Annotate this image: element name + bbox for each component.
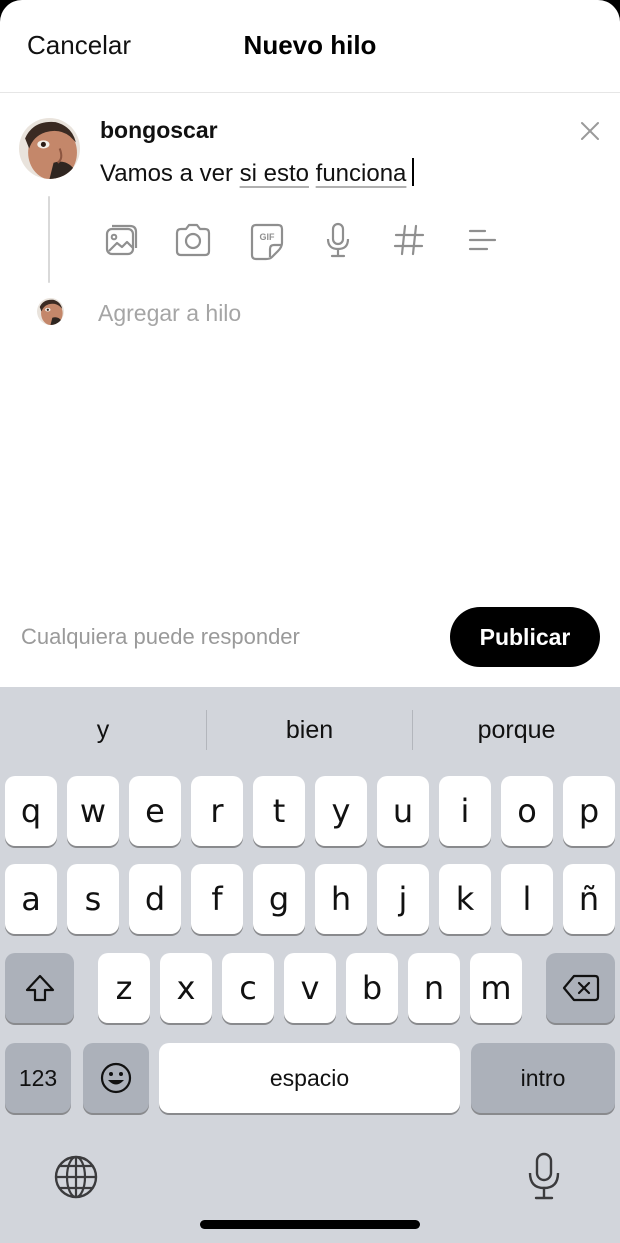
key[interactable]: v bbox=[284, 953, 336, 1023]
hashtag-icon[interactable] bbox=[388, 219, 430, 261]
key[interactable]: j bbox=[377, 864, 429, 934]
microphone-icon[interactable] bbox=[524, 1151, 564, 1201]
key[interactable]: a bbox=[5, 864, 57, 934]
avatar bbox=[37, 298, 64, 325]
suggestion-item[interactable]: y bbox=[0, 687, 206, 773]
key[interactable]: g bbox=[253, 864, 305, 934]
close-icon[interactable] bbox=[577, 118, 603, 144]
key[interactable]: i bbox=[439, 776, 491, 846]
add-to-thread-input[interactable]: Agregar a hilo bbox=[98, 300, 241, 327]
numbers-key[interactable]: 123 bbox=[5, 1043, 71, 1113]
key[interactable]: q bbox=[5, 776, 57, 846]
key[interactable]: m bbox=[470, 953, 522, 1023]
key[interactable]: b bbox=[346, 953, 398, 1023]
post-text-underlined: funciona bbox=[315, 160, 407, 187]
key[interactable]: y bbox=[315, 776, 367, 846]
home-indicator[interactable] bbox=[200, 1220, 420, 1229]
shift-icon bbox=[25, 974, 54, 1002]
new-thread-screen: Cancelar Nuevo hilo bongoscar Vamos a ve… bbox=[0, 0, 620, 1243]
thread-line bbox=[48, 196, 50, 283]
publish-button[interactable]: Publicar bbox=[450, 607, 600, 667]
key[interactable]: r bbox=[191, 776, 243, 846]
post-text-plain: Vamos a ver bbox=[100, 160, 240, 187]
avatar bbox=[19, 118, 80, 179]
post-text-underlined: si esto bbox=[239, 160, 309, 187]
return-key[interactable]: intro bbox=[471, 1043, 615, 1113]
page-title: Nuevo hilo bbox=[0, 30, 620, 61]
emoji-icon bbox=[100, 1062, 132, 1094]
backspace-key[interactable] bbox=[546, 953, 615, 1023]
globe-icon[interactable] bbox=[52, 1153, 100, 1201]
key[interactable]: z bbox=[98, 953, 150, 1023]
shift-key[interactable] bbox=[5, 953, 74, 1023]
key[interactable]: s bbox=[67, 864, 119, 934]
svg-text:GIF: GIF bbox=[260, 232, 276, 242]
space-key[interactable]: espacio bbox=[159, 1043, 460, 1113]
emoji-key[interactable] bbox=[83, 1043, 149, 1113]
key[interactable]: d bbox=[129, 864, 181, 934]
suggestion-item[interactable]: bien bbox=[207, 687, 412, 773]
key[interactable]: p bbox=[563, 776, 615, 846]
key[interactable]: x bbox=[160, 953, 212, 1023]
key[interactable]: o bbox=[501, 776, 553, 846]
key[interactable]: n bbox=[408, 953, 460, 1023]
header: Cancelar Nuevo hilo bbox=[0, 0, 620, 93]
key[interactable]: e bbox=[129, 776, 181, 846]
reply-permission-button[interactable]: Cualquiera puede responder bbox=[21, 624, 300, 650]
username: bongoscar bbox=[100, 117, 218, 143]
post-text-space bbox=[309, 160, 316, 187]
key[interactable]: t bbox=[253, 776, 305, 846]
key[interactable]: u bbox=[377, 776, 429, 846]
backspace-icon bbox=[562, 974, 599, 1002]
keyboard: y bien porque q w e r t y u i o p a s d … bbox=[0, 687, 620, 1243]
key[interactable]: l bbox=[501, 864, 553, 934]
text-caret bbox=[412, 158, 415, 186]
microphone-icon[interactable] bbox=[317, 219, 359, 261]
key[interactable]: c bbox=[222, 953, 274, 1023]
post-text-input[interactable]: Vamos a ver si esto funciona bbox=[100, 158, 415, 188]
suggestion-item[interactable]: porque bbox=[413, 687, 620, 773]
gallery-icon[interactable] bbox=[100, 219, 142, 261]
key[interactable]: ñ bbox=[563, 864, 615, 934]
gif-icon[interactable]: GIF bbox=[246, 219, 288, 261]
page-title-text: Nuevo hilo bbox=[243, 30, 377, 60]
camera-icon[interactable] bbox=[172, 219, 214, 261]
key[interactable]: h bbox=[315, 864, 367, 934]
key[interactable]: w bbox=[67, 776, 119, 846]
key[interactable]: k bbox=[439, 864, 491, 934]
key[interactable]: f bbox=[191, 864, 243, 934]
list-icon[interactable] bbox=[461, 219, 503, 261]
